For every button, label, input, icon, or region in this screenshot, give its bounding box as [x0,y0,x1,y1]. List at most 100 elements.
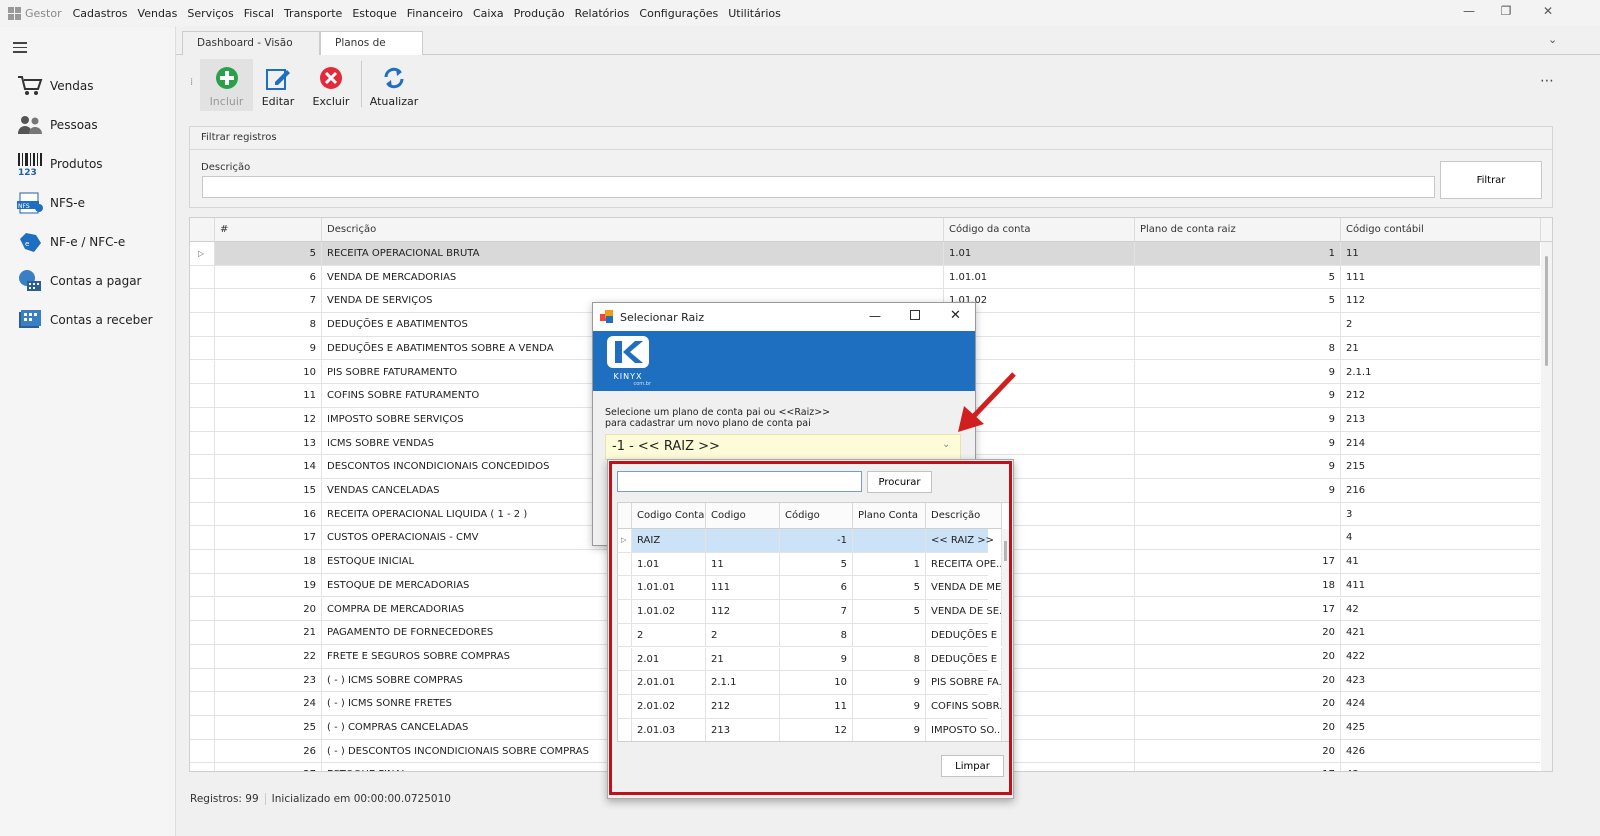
sidebar-item-produtos[interactable]: 123 Produtos [16,148,103,180]
grid-header-plano-raiz[interactable]: Plano de conta raiz [1135,218,1341,242]
grid-header-id[interactable]: # [215,218,322,242]
tab-planos-de-conta[interactable]: Planos de conta✕ [320,31,423,72]
tab-list-chevron-icon[interactable]: ⌄ [1548,33,1557,46]
table-cell: 15 [215,479,322,502]
more-options-icon[interactable]: ⋯ [1540,73,1554,89]
refresh-icon [381,65,407,91]
maximize-icon[interactable]: ❐ [1496,4,1516,22]
table-cell: 5 [215,242,322,265]
table-cell: 215 [1341,455,1540,478]
excluir-button[interactable]: Excluir [306,59,356,111]
excluir-label: Excluir [312,95,350,108]
menu-item-estoque[interactable]: Estoque [347,7,401,20]
table-cell: 9 [1135,384,1341,407]
table-cell: 3 [1341,503,1540,526]
sidebar-item-contas-a-receber[interactable]: Contas a receber [16,304,153,336]
menu-item-utilitarios[interactable]: Utilitários [723,7,786,20]
sidebar-item-label: Contas a pagar [50,274,142,288]
table-cell: 13 [215,431,322,455]
table-cell: 20 [215,597,322,621]
barcode-icon: 123 [16,151,44,177]
table-cell: 20 [1135,716,1341,739]
grid-header-codigo-contabil[interactable]: Código contábil [1341,218,1541,242]
svg-text:123: 123 [18,168,37,176]
menu-item-vendas[interactable]: Vendas [133,7,183,20]
grid-header-descricao[interactable]: Descrição [322,218,944,242]
menu-item-servicos[interactable]: Serviços [182,7,238,20]
app-name: Gestor [25,6,62,20]
dialog-maximize-icon[interactable] [910,310,920,320]
table-cell: 214 [1341,432,1540,455]
dialog-close-icon[interactable]: ✕ [950,308,961,323]
menu-item-configuracoes[interactable]: Configurações [634,7,723,20]
grip-icon[interactable]: ⁞ [190,77,193,88]
incluir-button[interactable]: Incluir [200,59,253,111]
row-indicator [190,550,215,573]
table-cell: 20 [1135,621,1341,644]
dialog-instruction-line1: Selecione um plano de conta pai ou <<Rai… [605,407,831,418]
app-logo-icon [8,6,21,20]
table-cell: 1.01 [944,242,1135,265]
minimize-icon[interactable]: — [1459,4,1479,22]
row-indicator [190,265,215,289]
kinyx-logo: KINYX com.br [605,335,651,387]
menu-item-cadastros[interactable]: Cadastros [68,7,133,20]
table-cell: 422 [1341,645,1540,668]
hamburger-menu-icon[interactable] [13,42,27,56]
grid-scrollbar[interactable] [1541,242,1552,771]
menu-item-financeiro[interactable]: Financeiro [402,7,468,20]
sidebar-item-label: Contas a receber [50,313,153,327]
editar-button[interactable]: Editar [254,59,302,111]
menu-item-transporte[interactable]: Transporte [279,7,347,20]
menu-item-caixa[interactable]: Caixa [468,7,509,20]
filtrar-button[interactable]: Filtrar [1440,161,1542,199]
dialog-minimize-icon[interactable]: — [869,309,881,323]
dialog-banner: KINYX com.br [593,331,975,391]
grid-header-codigo-conta[interactable]: Código da conta [944,218,1135,242]
table-cell [1135,313,1341,336]
row-indicator [190,573,215,597]
raiz-combo[interactable]: -1 - << RAIZ >> ⌄ [605,434,961,460]
descricao-input[interactable] [202,176,1435,198]
table-cell: 21 [1341,337,1540,360]
sidebar-item-nfe[interactable]: e NF-e / NFC-e [16,226,125,258]
menu-item-relatorios[interactable]: Relatórios [570,7,635,20]
row-indicator [190,431,215,455]
menu-bar: Gestor Cadastros Vendas Serviços Fiscal Tran… [0,0,1600,26]
table-row[interactable]: 6 VENDA DE MERCADORIAS 1.01.01 5 111 [190,265,1540,290]
table-cell: 27 [215,763,322,771]
tab-bar: Dashboard - Visão Geral Planos de conta✕… [176,27,1600,72]
sidebar-item-nfse[interactable]: NFS NFS-e [16,187,85,219]
tab-dashboard[interactable]: Dashboard - Visão Geral [182,31,320,72]
table-cell: 7 [215,289,322,313]
atualizar-label: Atualizar [369,95,419,108]
grid-scroll-thumb[interactable] [1545,256,1548,366]
row-indicator [190,739,215,763]
table-cell: 19 [215,573,322,597]
row-indicator [190,336,215,360]
table-cell: 421 [1341,621,1540,644]
menu-item-fiscal[interactable]: Fiscal [239,7,279,20]
chevron-down-icon[interactable]: ⌄ [942,439,950,450]
row-indicator [190,407,215,431]
table-cell: 6 [215,265,322,289]
menu-item-producao[interactable]: Produção [509,7,570,20]
close-icon[interactable]: ✕ [1538,4,1558,22]
sidebar-item-label: Pessoas [50,118,98,132]
row-indicator [190,289,215,313]
dialog-instruction-line2: para cadastrar um novo plano de conta pa… [605,418,811,429]
table-cell: 20 [1135,739,1341,763]
cart-icon [16,73,44,99]
atualizar-button[interactable]: Atualizar [368,59,420,111]
sidebar-item-pessoas[interactable]: Pessoas [16,109,98,141]
highlight-box [609,461,1012,795]
sidebar-item-vendas[interactable]: Vendas [16,70,94,102]
table-cell: 14 [215,455,322,478]
table-cell: 10 [215,360,322,384]
table-cell: 2.1.1 [1341,361,1540,384]
table-cell: 424 [1341,692,1540,715]
payable-icon [16,268,44,294]
sidebar-item-contas-a-pagar[interactable]: Contas a pagar [16,265,142,297]
table-row[interactable]: ▷ 5 RECEITA OPERACIONAL BRUTA 1.01 1 11 [190,242,1540,266]
table-cell: 1.01.01 [944,265,1135,289]
